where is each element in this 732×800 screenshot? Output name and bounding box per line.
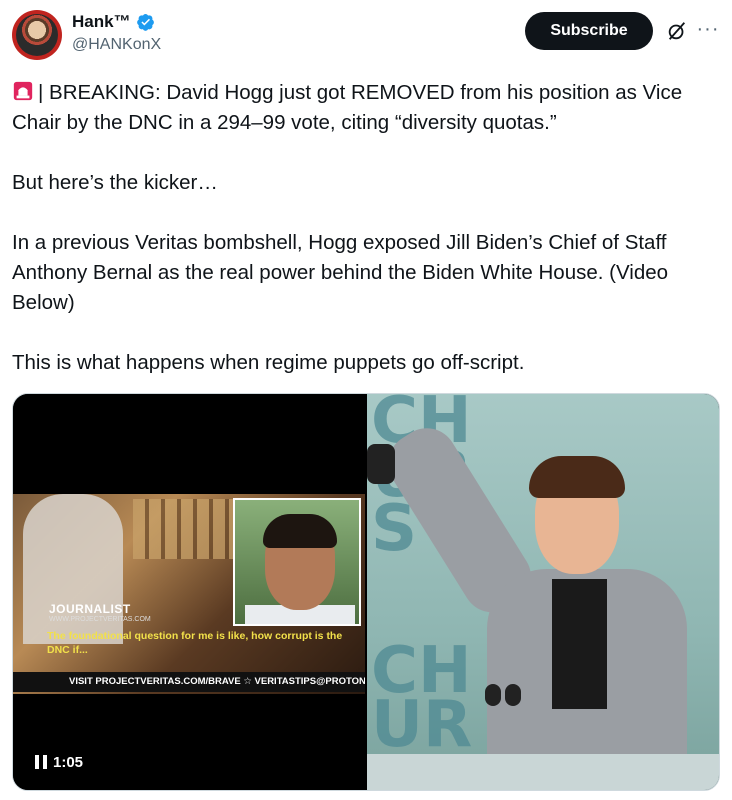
photo[interactable]: CH UR S CH UR bbox=[367, 394, 719, 790]
speaker-hand bbox=[367, 444, 395, 484]
tweet-header: Hank™ @HANKonX Subscribe ··· bbox=[12, 10, 720, 62]
pause-icon[interactable] bbox=[35, 755, 47, 769]
video-frame: JOURNALIST WWW.PROJECTVERITAS.COM The fo… bbox=[13, 494, 365, 694]
speaker-hair bbox=[529, 456, 625, 498]
tweet-paragraph-3: In a previous Veritas bombshell, Hogg ex… bbox=[12, 231, 669, 314]
tweet-paragraph-1-text: | BREAKING: David Hogg just got REMOVED … bbox=[12, 81, 683, 134]
speaker-shirt bbox=[552, 579, 607, 709]
media-container: JOURNALIST WWW.PROJECTVERITAS.COM The fo… bbox=[12, 393, 720, 791]
video-player[interactable]: JOURNALIST WWW.PROJECTVERITAS.COM The fo… bbox=[13, 394, 365, 790]
microphone-icon bbox=[485, 684, 501, 706]
verified-badge-icon bbox=[137, 13, 154, 31]
tweet-paragraph-1: | BREAKING: David Hogg just got REMOVED … bbox=[12, 78, 720, 138]
lower-third-label: JOURNALIST bbox=[49, 602, 131, 616]
avatar[interactable] bbox=[12, 10, 62, 60]
video-timestamp: 1:05 bbox=[53, 754, 84, 771]
display-name[interactable]: Hank™ bbox=[72, 12, 131, 32]
grok-icon[interactable] bbox=[666, 20, 688, 42]
tweet-paragraph-4: This is what happens when regime puppets… bbox=[12, 351, 525, 374]
police-siren-icon bbox=[13, 81, 33, 101]
microphone-icon bbox=[505, 684, 521, 706]
video-inset bbox=[233, 498, 361, 626]
subscribe-button[interactable]: Subscribe bbox=[525, 12, 653, 50]
lower-third-site: WWW.PROJECTVERITAS.COM bbox=[49, 616, 151, 623]
handle[interactable]: @HANKonX bbox=[72, 36, 161, 54]
author-info[interactable]: Hank™ @HANKonX bbox=[72, 12, 161, 54]
podium bbox=[367, 754, 719, 790]
tweet-text: | BREAKING: David Hogg just got REMOVED … bbox=[12, 78, 720, 378]
video-subtitle: The foundational question for me is like… bbox=[47, 630, 343, 656]
video-ticker: VISIT PROJECTVERITAS.COM/BRAVE ☆ VERITAS… bbox=[13, 672, 365, 692]
tweet-paragraph-2: But here’s the kicker… bbox=[12, 171, 218, 194]
video-controls[interactable]: 1:05 bbox=[35, 754, 83, 771]
more-options-icon[interactable]: ··· bbox=[696, 19, 720, 43]
background-text-bottom: CH UR bbox=[371, 634, 473, 762]
